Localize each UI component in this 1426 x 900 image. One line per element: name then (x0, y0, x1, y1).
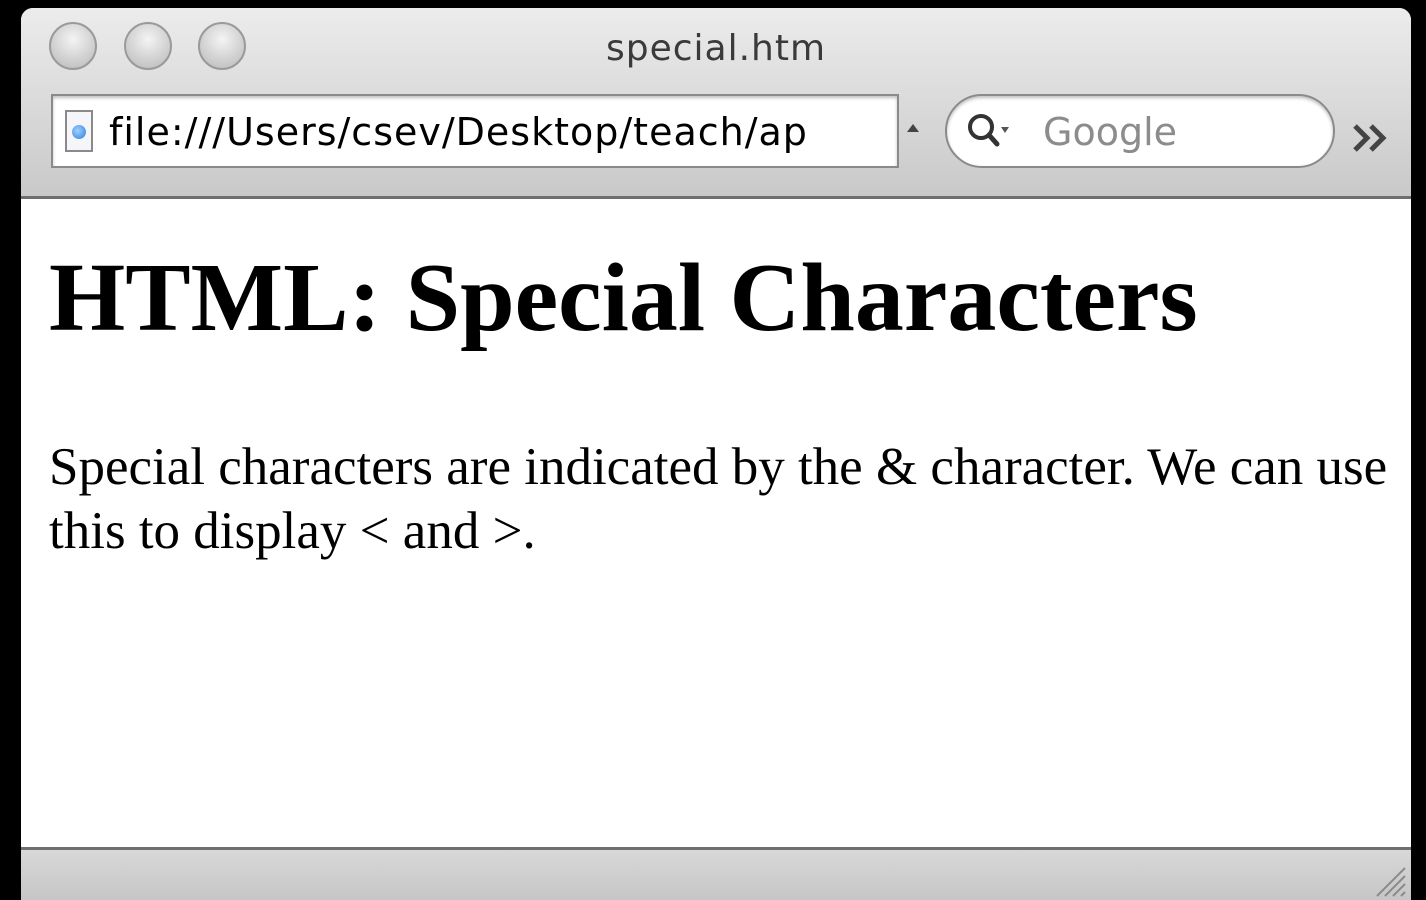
search-placeholder: Google (1043, 110, 1178, 154)
chevron-right-double-icon[interactable] (1351, 120, 1397, 156)
browser-window: special.htm file:///Users/csev/Desktop/t… (21, 8, 1411, 900)
title-bar: special.htm file:///Users/csev/Desktop/t… (21, 8, 1411, 199)
page-heading: HTML: Special Characters (49, 244, 1198, 352)
window-title: special.htm (605, 28, 827, 69)
address-history-arrow-icon[interactable] (907, 124, 919, 132)
search-icon[interactable] (965, 111, 1011, 151)
status-bar (21, 847, 1411, 900)
page-icon (65, 110, 93, 152)
address-bar[interactable]: file:///Users/csev/Desktop/teach/ap (51, 94, 899, 168)
page-content: HTML: Special Characters Special charact… (21, 199, 1411, 847)
page-paragraph: Special characters are indicated by the … (49, 438, 1388, 560)
resize-grip-icon[interactable] (1367, 858, 1407, 898)
search-field[interactable]: Google (945, 94, 1335, 168)
address-bar-url: file:///Users/csev/Desktop/teach/ap (109, 110, 808, 154)
